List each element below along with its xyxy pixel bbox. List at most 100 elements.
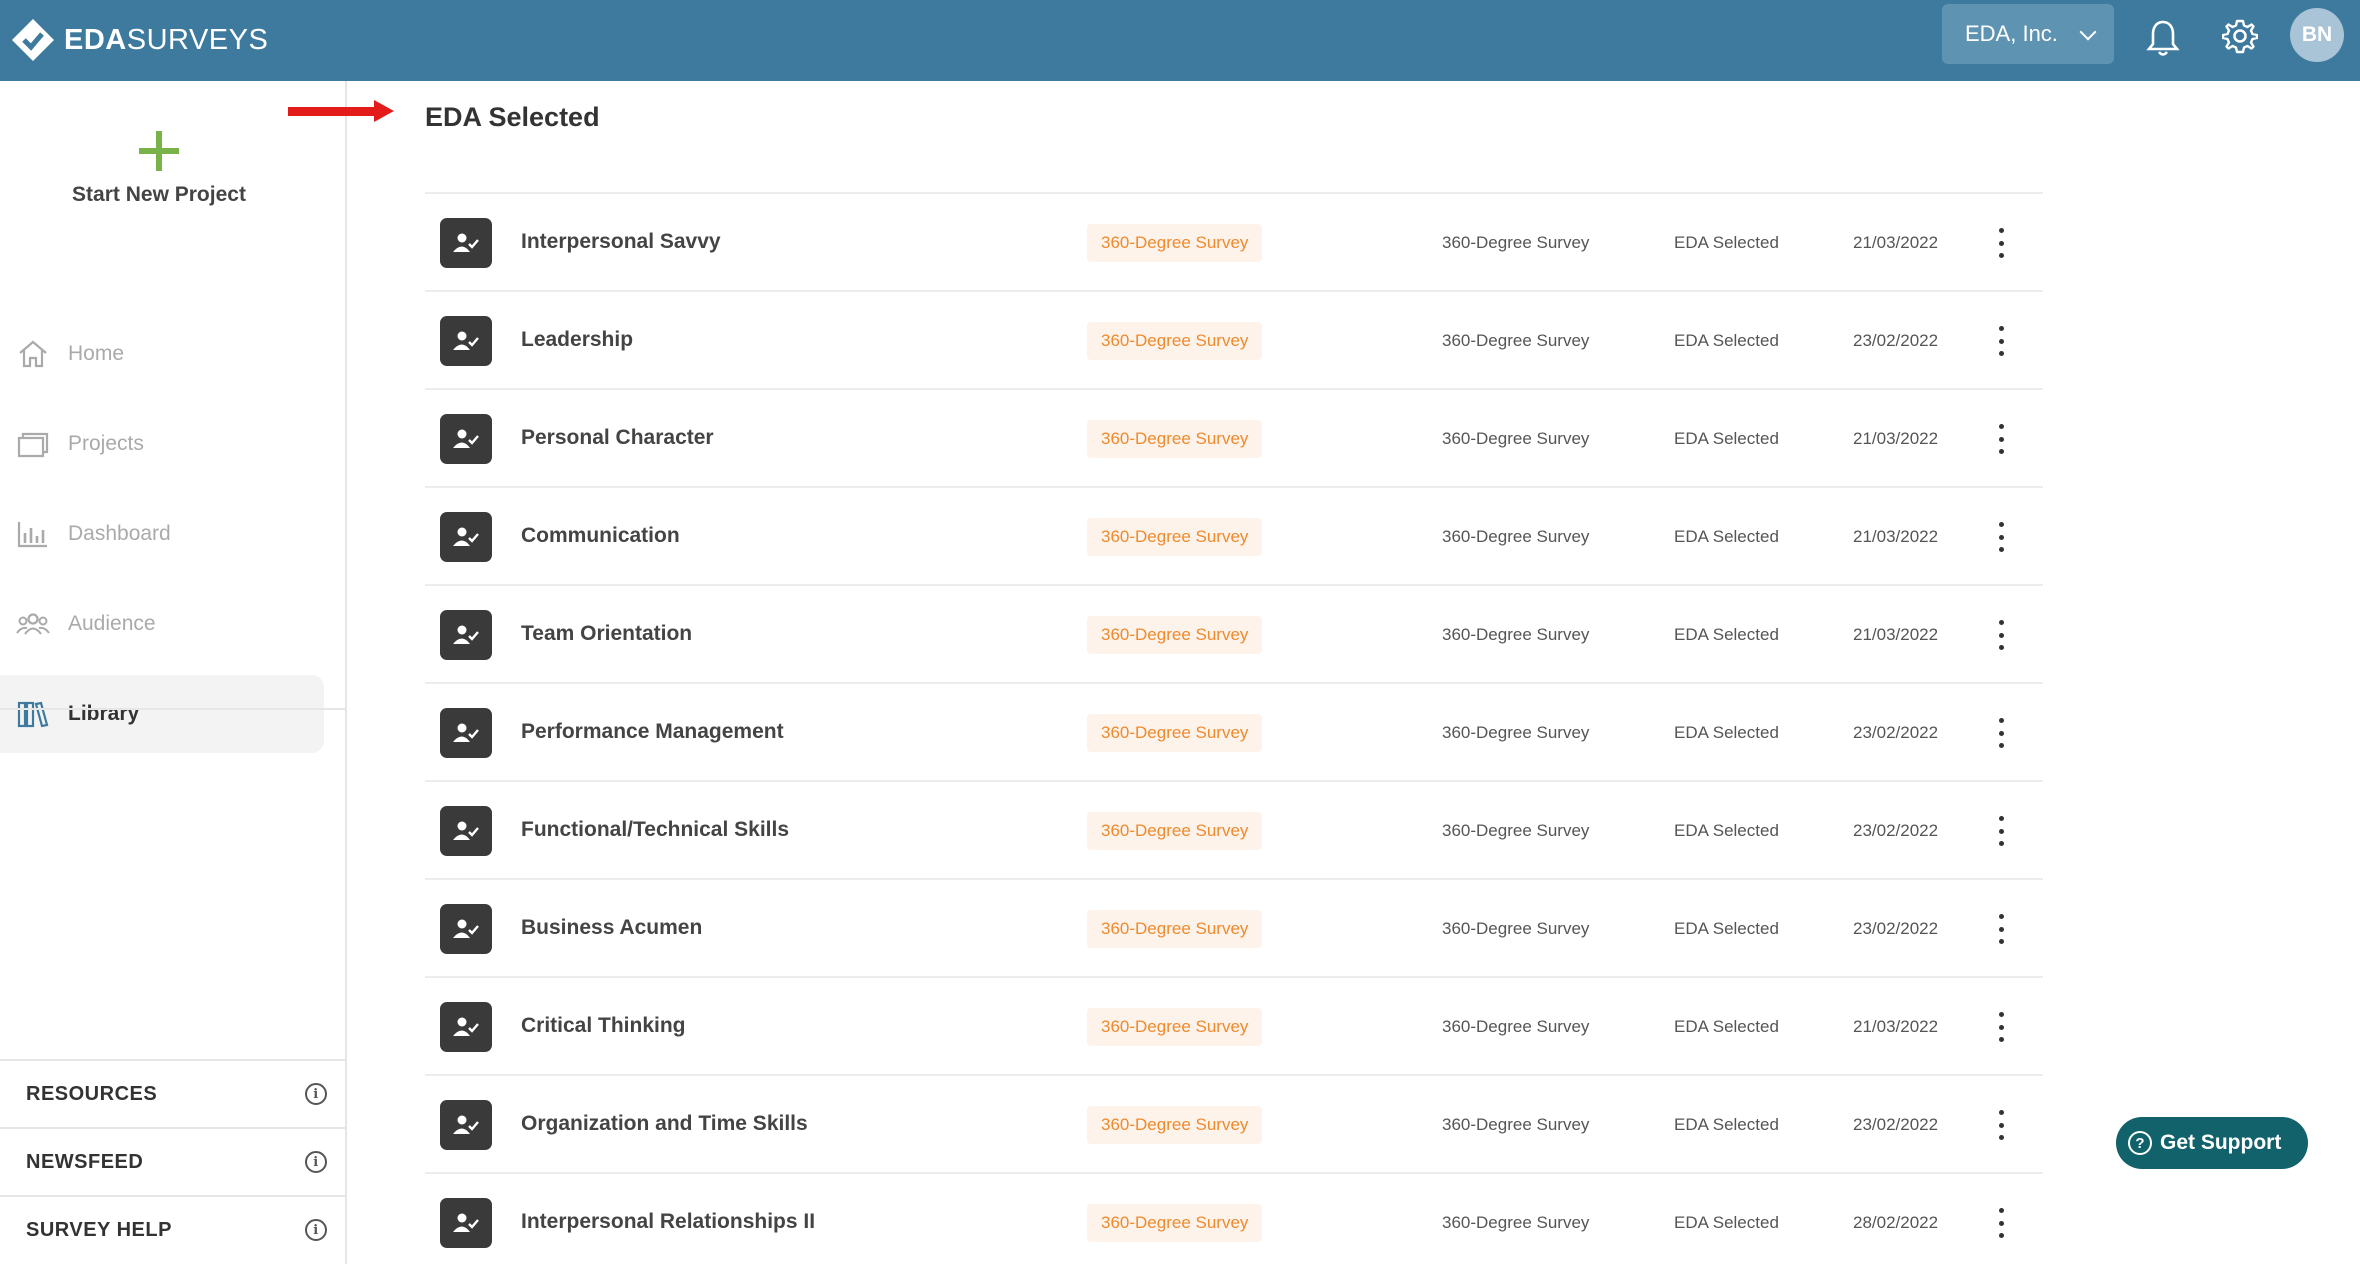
item-date: 23/02/2022 xyxy=(1853,331,1939,350)
item-source: EDA Selected xyxy=(1674,723,1779,742)
item-type: 360-Degree Survey xyxy=(1442,429,1590,448)
logo-diamond-icon xyxy=(12,19,54,61)
bar-chart-icon xyxy=(17,522,47,548)
more-options-icon[interactable] xyxy=(1993,424,2009,454)
item-tag: 360-Degree Survey xyxy=(1087,910,1263,948)
newsfeed-label: NEWSFEED xyxy=(26,1150,144,1173)
library-list: Interpersonal Savvy 360-Degree Survey 36… xyxy=(425,192,2043,1270)
list-item[interactable]: Critical Thinking 360-Degree Survey 360-… xyxy=(425,976,2043,1074)
item-name[interactable]: Personal Character xyxy=(521,426,714,450)
start-new-project-button[interactable]: Start New Project xyxy=(0,131,318,207)
item-type: 360-Degree Survey xyxy=(1442,527,1590,546)
sidebar-divider xyxy=(0,708,347,710)
list-item[interactable]: Interpersonal Relationships II 360-Degre… xyxy=(425,1172,2043,1270)
item-source: EDA Selected xyxy=(1674,625,1779,644)
item-source: EDA Selected xyxy=(1674,1017,1779,1036)
list-item[interactable]: Leadership 360-Degree Survey 360-Degree … xyxy=(425,290,2043,388)
item-type: 360-Degree Survey xyxy=(1442,233,1590,252)
more-options-icon[interactable] xyxy=(1993,816,2009,846)
item-tag: 360-Degree Survey xyxy=(1087,1106,1263,1144)
sidebar-item-library[interactable]: Library xyxy=(0,675,324,753)
logo[interactable]: EDASURVEYS xyxy=(10,12,268,68)
item-name[interactable]: Communication xyxy=(521,524,680,548)
item-source: EDA Selected xyxy=(1674,233,1779,252)
sidebar-item-home[interactable]: Home xyxy=(0,315,347,393)
more-options-icon[interactable] xyxy=(1993,620,2009,650)
item-name[interactable]: Business Acumen xyxy=(521,916,702,940)
resources-link[interactable]: RESOURCES i xyxy=(0,1059,347,1127)
item-type: 360-Degree Survey xyxy=(1442,1213,1590,1232)
item-tag: 360-Degree Survey xyxy=(1087,322,1263,360)
item-tag: 360-Degree Survey xyxy=(1087,518,1263,556)
item-date: 28/02/2022 xyxy=(1853,1213,1939,1232)
folder-icon xyxy=(17,432,49,458)
item-tag: 360-Degree Survey xyxy=(1087,714,1263,752)
plus-icon xyxy=(139,131,179,171)
more-options-icon[interactable] xyxy=(1993,1110,2009,1140)
item-tag: 360-Degree Survey xyxy=(1087,224,1263,262)
sidebar-item-dashboard[interactable]: Dashboard xyxy=(0,495,347,573)
item-name[interactable]: Critical Thinking xyxy=(521,1014,686,1038)
item-source: EDA Selected xyxy=(1674,429,1779,448)
sidebar-item-audience[interactable]: Audience xyxy=(0,585,347,663)
item-name[interactable]: Organization and Time Skills xyxy=(521,1112,808,1136)
list-item[interactable]: Functional/Technical Skills 360-Degree S… xyxy=(425,780,2043,878)
more-options-icon[interactable] xyxy=(1993,1012,2009,1042)
list-item[interactable]: Performance Management 360-Degree Survey… xyxy=(425,682,2043,780)
info-icon[interactable]: i xyxy=(305,1219,327,1241)
sidebar-nav: Home Projects Dashboard Audience Library xyxy=(0,315,347,765)
list-item[interactable]: Interpersonal Savvy 360-Degree Survey 36… xyxy=(425,192,2043,290)
more-options-icon[interactable] xyxy=(1993,326,2009,356)
item-tag: 360-Degree Survey xyxy=(1087,1008,1263,1046)
organization-select[interactable]: EDA, Inc. xyxy=(1942,4,2114,64)
item-source: EDA Selected xyxy=(1674,1115,1779,1134)
more-options-icon[interactable] xyxy=(1993,228,2009,258)
survey-user-icon xyxy=(440,1100,492,1150)
item-name[interactable]: Team Orientation xyxy=(521,622,692,646)
item-date: 23/02/2022 xyxy=(1853,821,1939,840)
list-item[interactable]: Team Orientation 360-Degree Survey 360-D… xyxy=(425,584,2043,682)
bell-icon[interactable] xyxy=(2146,18,2180,58)
get-support-label: Get Support xyxy=(2160,1131,2282,1154)
get-support-button[interactable]: ? Get Support xyxy=(2116,1117,2308,1169)
list-item[interactable]: Business Acumen 360-Degree Survey 360-De… xyxy=(425,878,2043,976)
survey-user-icon xyxy=(440,414,492,464)
list-item[interactable]: Communication 360-Degree Survey 360-Degr… xyxy=(425,486,2043,584)
survey-help-link[interactable]: SURVEY HELP i xyxy=(0,1195,347,1263)
sidebar-item-label: Library xyxy=(68,702,140,725)
survey-user-icon xyxy=(440,316,492,366)
survey-help-label: SURVEY HELP xyxy=(26,1218,172,1241)
start-new-project-label: Start New Project xyxy=(72,183,246,206)
list-item[interactable]: Personal Character 360-Degree Survey 360… xyxy=(425,388,2043,486)
more-options-icon[interactable] xyxy=(1993,1208,2009,1238)
info-icon[interactable]: i xyxy=(305,1083,327,1105)
red-arrow-annotation xyxy=(288,100,394,122)
item-name[interactable]: Interpersonal Relationships II xyxy=(521,1210,815,1234)
item-date: 23/02/2022 xyxy=(1853,919,1939,938)
organization-select-value: EDA, Inc. xyxy=(1965,21,2058,46)
sidebar-item-label: Home xyxy=(68,342,125,365)
user-avatar[interactable]: BN xyxy=(2290,8,2344,62)
list-item[interactable]: Organization and Time Skills 360-Degree … xyxy=(425,1074,2043,1172)
survey-user-icon xyxy=(440,1198,492,1248)
people-icon xyxy=(16,613,50,635)
item-name[interactable]: Interpersonal Savvy xyxy=(521,230,721,254)
item-type: 360-Degree Survey xyxy=(1442,331,1590,350)
more-options-icon[interactable] xyxy=(1993,522,2009,552)
item-name[interactable]: Functional/Technical Skills xyxy=(521,818,789,842)
more-options-icon[interactable] xyxy=(1993,914,2009,944)
newsfeed-link[interactable]: NEWSFEED i xyxy=(0,1127,347,1195)
survey-user-icon xyxy=(440,904,492,954)
survey-user-icon xyxy=(440,708,492,758)
more-options-icon[interactable] xyxy=(1993,718,2009,748)
sidebar-links: RESOURCES i NEWSFEED i SURVEY HELP i xyxy=(0,1059,347,1263)
sidebar: Start New Project Home Projects Dashboar… xyxy=(0,81,347,1264)
item-name[interactable]: Leadership xyxy=(521,328,633,352)
item-source: EDA Selected xyxy=(1674,1213,1779,1232)
help-icon: ? xyxy=(2128,1131,2152,1155)
sidebar-item-projects[interactable]: Projects xyxy=(0,405,347,483)
item-name[interactable]: Performance Management xyxy=(521,720,784,744)
resources-label: RESOURCES xyxy=(26,1082,158,1105)
gear-icon[interactable] xyxy=(2222,18,2258,54)
info-icon[interactable]: i xyxy=(305,1151,327,1173)
